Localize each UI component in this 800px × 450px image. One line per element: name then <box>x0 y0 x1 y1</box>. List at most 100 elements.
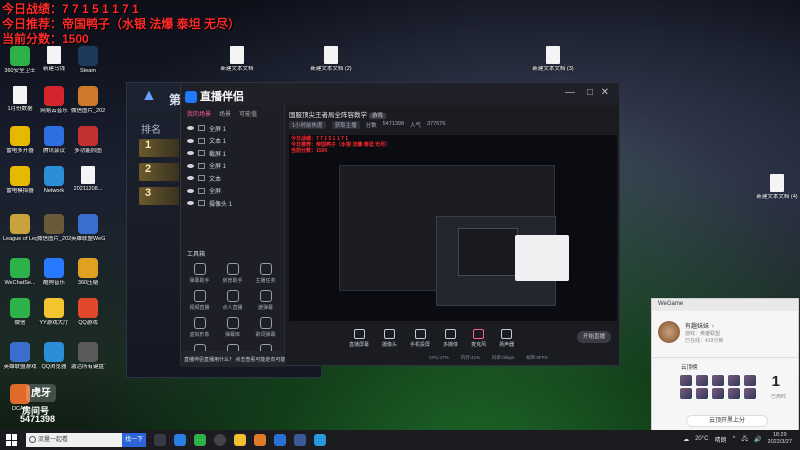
tool-button[interactable]: 点人直播 <box>216 290 249 311</box>
desktop-file-3[interactable]: 新建文本文档 (3) <box>530 46 576 73</box>
source-item[interactable]: 摄像头 1 <box>181 197 284 210</box>
desktop-icon[interactable]: YY游戏大厅 <box>37 298 71 327</box>
tab-my-scenes[interactable]: 我的场景 <box>187 109 211 118</box>
maximize-button[interactable]: □ <box>587 87 593 98</box>
tool-button[interactable]: 渡弹幕 <box>249 290 282 311</box>
meta-hot[interactable]: 1小时前热度 <box>289 121 326 129</box>
weather-icon[interactable]: ☁ <box>683 436 689 443</box>
eye-icon[interactable] <box>187 138 194 143</box>
network-icon[interactable]: 🖧 <box>741 434 748 444</box>
camera-button[interactable]: 摄像头 <box>382 328 397 348</box>
obs-icon[interactable] <box>214 434 226 446</box>
tool-button[interactable]: 主播任务 <box>249 263 282 284</box>
desktop-icon[interactable]: QQ浏览器 <box>37 342 71 371</box>
eye-icon[interactable] <box>187 188 194 193</box>
camera-icon <box>384 328 396 339</box>
speaker-button[interactable]: 扬声器 <box>499 328 514 348</box>
screen-capture-button[interactable]: 直播屏幕 <box>349 328 369 348</box>
desktop-icon[interactable]: 微信 <box>3 298 37 327</box>
source-item[interactable]: 文本 1 <box>181 135 284 148</box>
folder-icon[interactable] <box>234 434 246 446</box>
tool-button[interactable]: 房管助手 <box>216 263 249 284</box>
desktop-file-4[interactable]: 新建文本文档 (4) <box>754 174 800 201</box>
tab-scene[interactable]: 场景 <box>219 109 231 118</box>
desktop-icon[interactable]: WeChatSe... <box>3 258 37 287</box>
microphone-button[interactable]: 麦克风 <box>471 328 486 348</box>
file-icon <box>770 174 784 192</box>
clock[interactable]: 18:29 2022/3/27 <box>768 432 792 446</box>
desktop-icon[interactable]: Network <box>37 166 71 195</box>
eye-icon[interactable] <box>187 163 194 168</box>
desktop-icon[interactable]: 雷电模拟器 <box>3 166 37 195</box>
desktop-icon[interactable]: 微信图片_2022021... <box>37 214 71 243</box>
desktop-icon[interactable]: 雷电多开器 <box>3 126 37 155</box>
desktop-icon[interactable]: Steam <box>71 46 105 75</box>
taskbar-search-button[interactable]: 找一下 <box>122 433 146 447</box>
source-item[interactable]: 截屏 1 <box>181 147 284 160</box>
tool-button[interactable]: 虚拟形象 <box>183 317 216 338</box>
desktop-icon[interactable]: QQ游戏 <box>71 298 105 327</box>
eye-icon[interactable] <box>187 126 194 131</box>
desktop-icon[interactable]: 20211208... <box>71 166 105 193</box>
app-icon[interactable] <box>314 434 326 446</box>
desktop-icon[interactable]: 英雄联盟游戏 <box>3 342 37 371</box>
tool-button[interactable]: 弹幕助手 <box>183 263 216 284</box>
close-button[interactable]: ✕ <box>601 87 609 98</box>
app-icon <box>13 86 27 104</box>
wegame-count-label: 已用时 <box>770 394 786 400</box>
live-app-icon[interactable] <box>254 434 266 446</box>
tool-button[interactable]: 歌词弹幕 <box>249 317 282 338</box>
live-streaming-window[interactable]: 直播伴侣 — □ ✕ 我的场景 场景 可能值 全屏 1 文本 1 截屏 1 全屏 1文… <box>180 82 620 367</box>
desktop-icon[interactable]: 腾讯会议 <box>37 126 71 155</box>
tray-arrow-icon[interactable]: ^ <box>733 436 736 442</box>
room-tag[interactable]: 游戏 <box>368 113 386 119</box>
desktop-icon[interactable]: 1月份数据 <box>3 86 37 113</box>
desktop-icon[interactable]: 新建马钱 <box>37 46 71 73</box>
champion-avatar <box>744 388 756 399</box>
tool-button[interactable]: 弹幕库 <box>216 317 249 338</box>
phone-icon <box>414 328 426 339</box>
desktop-icon[interactable]: 多功能抓图 <box>71 126 105 155</box>
game-app-icon[interactable] <box>274 434 286 446</box>
desktop-icon[interactable]: League of Legends <box>3 214 37 243</box>
desktop-icon[interactable]: 酷狗音乐 <box>37 258 71 287</box>
source-item[interactable]: 全屏 1 <box>181 122 284 135</box>
meta-room-number: 5471398 <box>382 121 405 127</box>
wegame-join-button[interactable]: 云顶开黑上分 <box>686 415 768 427</box>
task-view-icon[interactable] <box>154 434 166 446</box>
wegame-champion-grid <box>680 375 768 399</box>
source-item[interactable]: 全屏 1 <box>181 160 284 173</box>
edge-icon[interactable] <box>174 434 186 446</box>
start-live-button[interactable]: 开始直播 <box>577 331 611 343</box>
desktop-icon[interactable]: 网易云音乐 <box>37 86 71 115</box>
desktop-icon[interactable]: 360安全卫士 <box>3 46 37 75</box>
desktop-icon[interactable]: 激活所有键盘设备 <box>71 342 105 371</box>
tip-bar[interactable]: 直播伴侣直播用什么？ 点击查看可能走向可能直播 <box>181 351 285 367</box>
tab-values[interactable]: 可能值 <box>239 109 257 118</box>
media-button[interactable]: 多媒体 <box>443 328 458 348</box>
meta-get[interactable]: 获取主播 <box>331 121 360 129</box>
eye-icon[interactable] <box>187 201 194 206</box>
windows-start-icon[interactable] <box>6 434 18 446</box>
wegame-card[interactable]: WeGame 有趣妹妹 ♀ 游戏：英雄联盟 已在线：419分钟 云顶榜 1 已用… <box>651 298 799 434</box>
volume-icon[interactable]: 🔊 <box>754 436 761 443</box>
desktop-icon[interactable]: 微信图片_2022027... <box>71 86 105 115</box>
desktop-icon[interactable]: 360压缩 <box>71 258 105 287</box>
minimize-button[interactable]: — <box>565 87 575 98</box>
tool-icon <box>193 317 206 329</box>
wechat-icon[interactable] <box>194 434 206 446</box>
stream-preview[interactable]: 今日战绩：7 7 1 5 1 1 7 1 今日推荐：帝国鸭子（水银 法爆 泰坦 … <box>289 135 617 321</box>
tool-button[interactable]: 视频直播 <box>183 290 216 311</box>
desktop-icon-label: 微信图片_2022027... <box>71 108 105 114</box>
desktop-file-1[interactable]: 新建文本文档 <box>214 46 260 73</box>
desktop-file-2[interactable]: 新建文本文档 (2) <box>308 46 354 73</box>
eye-icon[interactable] <box>187 176 194 181</box>
phone-cast-button[interactable]: 手机投屏 <box>410 328 430 348</box>
eye-icon[interactable] <box>187 151 194 156</box>
desktop-icon-label: 酷狗音乐 <box>42 280 65 286</box>
taskbar-search-input[interactable]: 流量一起看 <box>26 433 122 447</box>
source-item[interactable]: 文本 <box>181 172 284 185</box>
browser-icon[interactable] <box>294 434 306 446</box>
desktop-icon[interactable]: 英雄联盟WeGame版 <box>71 214 105 243</box>
source-item[interactable]: 全屏 <box>181 185 284 198</box>
